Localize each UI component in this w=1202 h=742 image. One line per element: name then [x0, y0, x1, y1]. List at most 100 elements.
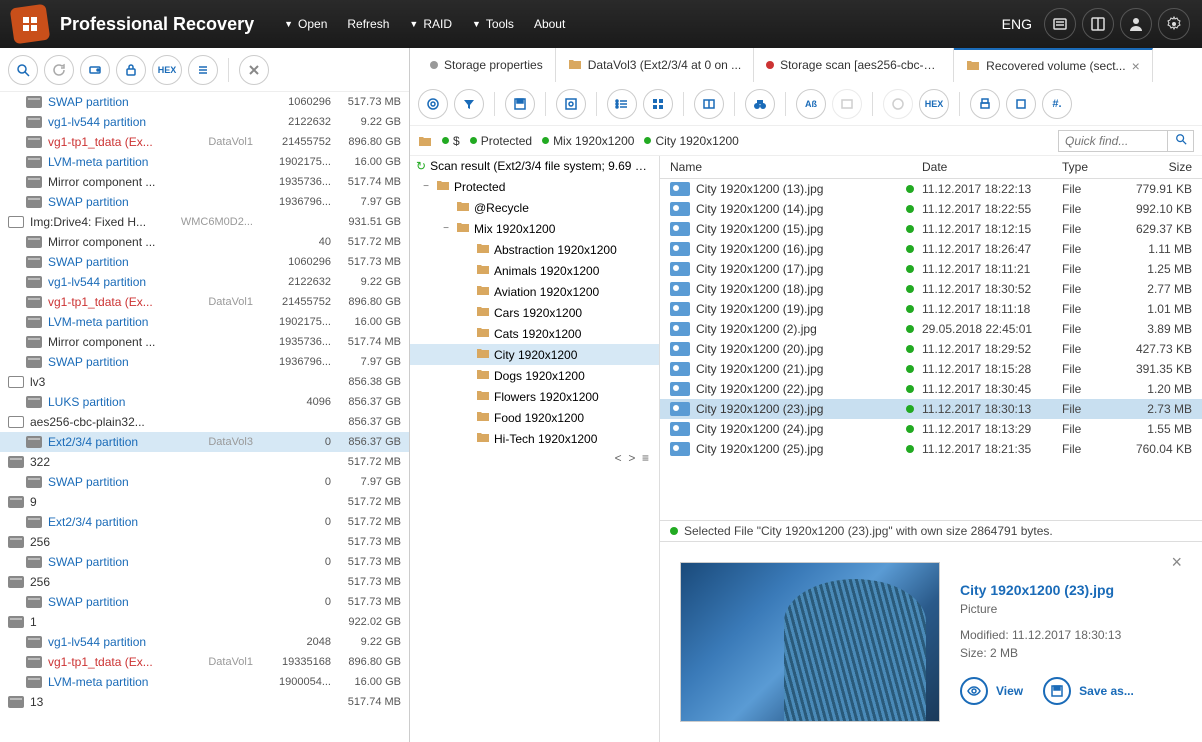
tree-item[interactable]: Hi-Tech 1920x1200 [410, 428, 659, 449]
file-row[interactable]: City 1920x1200 (16).jpg11.12.2017 18:26:… [660, 239, 1202, 259]
tree-item[interactable]: Aviation 1920x1200 [410, 281, 659, 302]
target-icon[interactable] [418, 89, 448, 119]
mask-icon[interactable] [883, 89, 913, 119]
header-name[interactable]: Name [660, 160, 922, 174]
case-icon[interactable]: Aß [796, 89, 826, 119]
quick-find-button[interactable] [1168, 130, 1194, 152]
binoculars-icon[interactable] [745, 89, 775, 119]
storage-item[interactable]: SWAP partition0517.73 MB [0, 592, 409, 612]
hex-button-2[interactable]: HEX [919, 89, 949, 119]
tree-item[interactable]: Flowers 1920x1200 [410, 386, 659, 407]
storage-item[interactable]: 322517.72 MB [0, 452, 409, 472]
file-list[interactable]: City 1920x1200 (13).jpg11.12.2017 18:22:… [660, 179, 1202, 520]
file-row[interactable]: City 1920x1200 (15).jpg11.12.2017 18:12:… [660, 219, 1202, 239]
storage-item[interactable]: LVM-meta partition1900054...16.00 GB [0, 672, 409, 692]
refresh-icon[interactable] [44, 55, 74, 85]
storage-item[interactable]: LUKS partition4096856.37 GB [0, 392, 409, 412]
file-row[interactable]: City 1920x1200 (18).jpg11.12.2017 18:30:… [660, 279, 1202, 299]
tab[interactable]: Recovered volume (sect...× [954, 48, 1153, 82]
file-row[interactable]: City 1920x1200 (2).jpg29.05.2018 22:45:0… [660, 319, 1202, 339]
export-icon[interactable] [1006, 89, 1036, 119]
storage-item[interactable]: 256517.73 MB [0, 572, 409, 592]
breadcrumb-item[interactable]: Mix 1920x1200 [542, 134, 634, 148]
tree-item[interactable]: Food 1920x1200 [410, 407, 659, 428]
hash-icon[interactable]: #. [1042, 89, 1072, 119]
storage-item[interactable]: Mirror component ...1935736...517.74 MB [0, 172, 409, 192]
log-icon[interactable] [1044, 8, 1076, 40]
header-size[interactable]: Size [1112, 160, 1202, 174]
storage-item[interactable]: SWAP partition1936796...7.97 GB [0, 352, 409, 372]
tab[interactable]: Storage properties [418, 48, 556, 82]
storage-item[interactable]: SWAP partition1060296517.73 MB [0, 252, 409, 272]
folder-tree[interactable]: ↻ Scan result (Ext2/3/4 file system; 9.6… [410, 156, 660, 742]
file-row[interactable]: City 1920x1200 (19).jpg11.12.2017 18:11:… [660, 299, 1202, 319]
file-header[interactable]: Name Date Type Size [660, 156, 1202, 179]
menu-tools[interactable]: ▼Tools [472, 17, 514, 31]
storage-item[interactable]: Mirror component ...1935736...517.74 MB [0, 332, 409, 352]
language-selector[interactable]: ENG [1002, 16, 1032, 32]
file-row[interactable]: City 1920x1200 (24).jpg11.12.2017 18:13:… [660, 419, 1202, 439]
preview-close-icon[interactable]: × [1171, 552, 1182, 573]
lock-icon[interactable] [116, 55, 146, 85]
storage-item[interactable]: SWAP partition1060296517.73 MB [0, 92, 409, 112]
scan-result-row[interactable]: ↻ Scan result (Ext2/3/4 file system; 9.6… [410, 156, 659, 176]
tree-item[interactable]: −Mix 1920x1200 [410, 218, 659, 239]
storage-item[interactable]: LVM-meta partition1902175...16.00 GB [0, 152, 409, 172]
storage-item[interactable]: vg1-lv544 partition21226329.22 GB [0, 272, 409, 292]
tree-item[interactable]: Cats 1920x1200 [410, 323, 659, 344]
storage-item[interactable]: SWAP partition1936796...7.97 GB [0, 192, 409, 212]
image-icon[interactable] [832, 89, 862, 119]
tab[interactable]: Storage scan [aes256-cbc-pl... [754, 48, 954, 82]
settings-icon[interactable] [1158, 8, 1190, 40]
filter-icon[interactable] [454, 89, 484, 119]
quick-find-input[interactable] [1058, 130, 1168, 152]
tree-item[interactable]: Abstraction 1920x1200 [410, 239, 659, 260]
storage-item[interactable]: Mirror component ...40517.72 MB [0, 232, 409, 252]
tree-item[interactable]: Animals 1920x1200 [410, 260, 659, 281]
columns-icon[interactable] [694, 89, 724, 119]
file-row[interactable]: City 1920x1200 (25).jpg11.12.2017 18:21:… [660, 439, 1202, 459]
menu-open[interactable]: ▼Open [284, 17, 327, 31]
storage-item[interactable]: 1922.02 GB [0, 612, 409, 632]
view-button[interactable]: View [960, 677, 1023, 705]
file-row[interactable]: City 1920x1200 (17).jpg11.12.2017 18:11:… [660, 259, 1202, 279]
print-icon[interactable] [970, 89, 1000, 119]
breadcrumb-item[interactable] [418, 135, 432, 147]
menu-refresh[interactable]: Refresh [347, 17, 389, 31]
breadcrumb-item[interactable]: Protected [470, 134, 532, 148]
storage-item[interactable]: SWAP partition0517.73 MB [0, 552, 409, 572]
user-icon[interactable] [1120, 8, 1152, 40]
options-icon[interactable] [556, 89, 586, 119]
file-row[interactable]: City 1920x1200 (22).jpg11.12.2017 18:30:… [660, 379, 1202, 399]
tree-item[interactable]: City 1920x1200 [410, 344, 659, 365]
menu-raid[interactable]: ▼RAID [409, 17, 452, 31]
storage-item[interactable]: aes256-cbc-plain32...856.37 GB [0, 412, 409, 432]
storage-item[interactable]: vg1-lv544 partition20489.22 GB [0, 632, 409, 652]
panel-icon[interactable] [1082, 8, 1114, 40]
storage-item[interactable]: Ext2/3/4 partitionDataVol30856.37 GB [0, 432, 409, 452]
save-icon[interactable] [505, 89, 535, 119]
file-row[interactable]: City 1920x1200 (21).jpg11.12.2017 18:15:… [660, 359, 1202, 379]
storage-item[interactable]: LVM-meta partition1902175...16.00 GB [0, 312, 409, 332]
breadcrumb-item[interactable]: $ [442, 134, 460, 148]
save-as-button[interactable]: Save as... [1043, 677, 1134, 705]
drive-icon[interactable] [80, 55, 110, 85]
close-icon[interactable] [239, 55, 269, 85]
list-icon[interactable] [188, 55, 218, 85]
grid-icon[interactable] [643, 89, 673, 119]
file-row[interactable]: City 1920x1200 (14).jpg11.12.2017 18:22:… [660, 199, 1202, 219]
checklist-icon[interactable] [607, 89, 637, 119]
hex-button[interactable]: HEX [152, 55, 182, 85]
header-date[interactable]: Date [922, 160, 1062, 174]
storage-item[interactable]: Ext2/3/4 partition0517.72 MB [0, 512, 409, 532]
storage-item[interactable]: lv3856.38 GB [0, 372, 409, 392]
tree-item[interactable]: @Recycle [410, 197, 659, 218]
menu-about[interactable]: About [534, 17, 565, 31]
header-type[interactable]: Type [1062, 160, 1112, 174]
storage-list[interactable]: SWAP partition1060296517.73 MBvg1-lv544 … [0, 92, 409, 742]
storage-item[interactable]: vg1-tp1_tdata (Ex...DataVol121455752896.… [0, 132, 409, 152]
storage-item[interactable]: SWAP partition07.97 GB [0, 472, 409, 492]
tree-item[interactable]: Dogs 1920x1200 [410, 365, 659, 386]
tree-item[interactable]: Cars 1920x1200 [410, 302, 659, 323]
storage-item[interactable]: vg1-lv544 partition21226329.22 GB [0, 112, 409, 132]
